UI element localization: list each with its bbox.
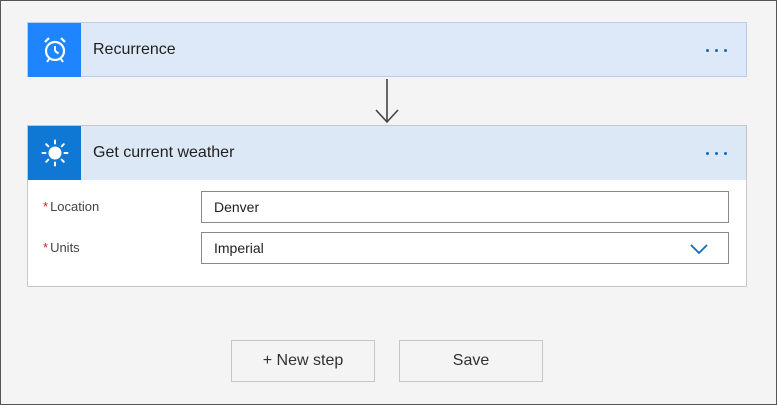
units-label: * Units (43, 240, 80, 255)
new-step-button[interactable]: + New step (231, 340, 375, 382)
units-selected-value: Imperial (214, 240, 264, 256)
recurrence-more-options-button[interactable] (696, 35, 736, 65)
location-label-text: Location (50, 199, 100, 214)
alarm-clock-icon (28, 23, 81, 77)
down-arrow-connector-icon (373, 77, 401, 125)
weather-card-header[interactable]: Get current weather (28, 126, 746, 180)
ellipsis-icon (723, 48, 727, 52)
save-button[interactable]: Save (399, 340, 543, 382)
chevron-down-icon[interactable] (690, 243, 708, 255)
recurrence-trigger-card[interactable]: Recurrence (27, 22, 747, 77)
ellipsis-icon (723, 151, 727, 155)
recurrence-card-header[interactable]: Recurrence (28, 23, 746, 77)
units-select[interactable]: Imperial (201, 232, 729, 264)
required-marker: * (43, 240, 49, 255)
flow-designer-canvas: Recurrence Get current weather * Locatio… (0, 0, 777, 405)
units-field-row: * Units Imperial (28, 232, 746, 266)
ellipsis-icon (705, 48, 709, 52)
ellipsis-icon (705, 151, 709, 155)
location-input[interactable]: Denver (201, 191, 729, 223)
ellipsis-icon (714, 48, 718, 52)
recurrence-card-title: Recurrence (93, 41, 176, 58)
weather-more-options-button[interactable] (696, 138, 736, 168)
weather-card-title: Get current weather (93, 144, 235, 161)
get-current-weather-card[interactable]: Get current weather * Location Denver * Un… (27, 125, 747, 287)
ellipsis-icon (714, 151, 718, 155)
units-label-text: Units (50, 240, 80, 255)
location-label: * Location (43, 199, 99, 214)
location-field-row: * Location Denver (28, 191, 746, 225)
sun-icon (28, 126, 81, 180)
required-marker: * (43, 199, 49, 214)
